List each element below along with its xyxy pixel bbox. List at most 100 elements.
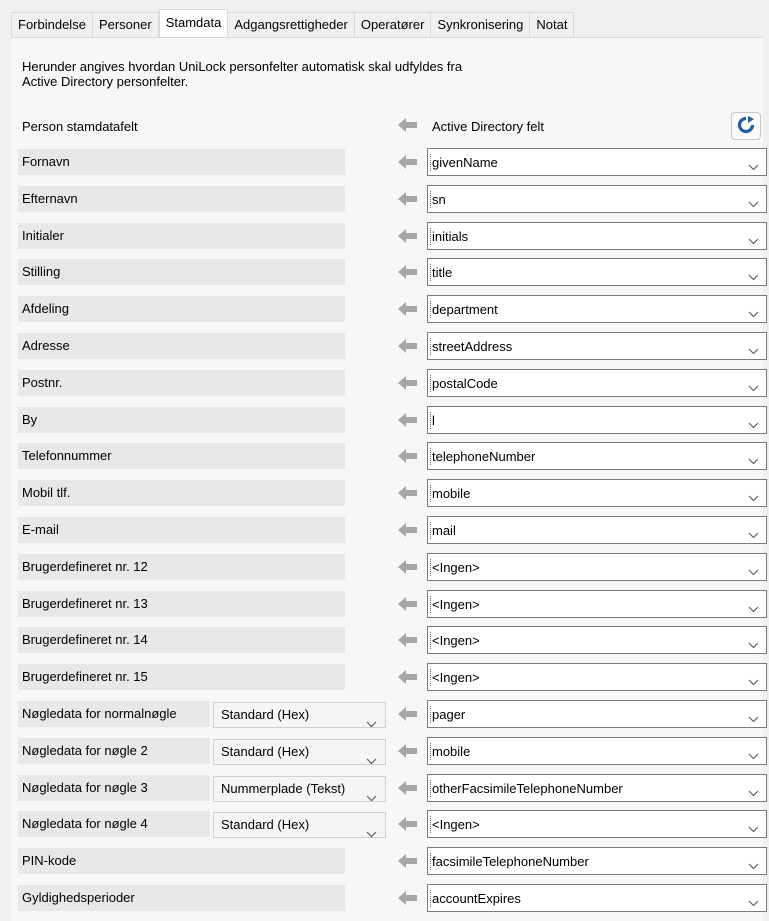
ad-field-value: otherFacsimileTelephoneNumber (430, 779, 623, 797)
person-field-label: Telefonnummer (18, 443, 345, 470)
person-field-label: Stilling (18, 259, 345, 286)
tab-stamdata[interactable]: Stamdata (158, 9, 229, 37)
arrow-left-icon (397, 632, 419, 651)
mapping-row: Nøgledata for nøgle 4 Standard (Hex) <Inge… (0, 810, 769, 839)
refresh-button[interactable] (731, 112, 761, 140)
arrow-left-icon (397, 743, 419, 762)
ad-field-dropdown[interactable]: initials (427, 221, 767, 250)
ad-field-dropdown[interactable]: givenName (427, 148, 767, 176)
chevron-down-icon (748, 858, 759, 873)
ad-field-value: department (430, 301, 498, 319)
ad-field-dropdown[interactable]: department (427, 295, 767, 324)
ad-field-dropdown[interactable]: telephoneNumber (427, 442, 767, 471)
mapping-row: Nøgledata for normalnøgle Standard (Hex) p… (0, 700, 769, 728)
key-format-dropdown[interactable]: Standard (Hex) (213, 738, 386, 765)
tab-personer[interactable]: Personer (92, 12, 159, 37)
chevron-down-icon (748, 674, 759, 689)
tab-operatorer[interactable]: Operatører (354, 12, 432, 37)
column-header-ad-field: Active Directory felt (432, 119, 544, 134)
key-format-dropdown[interactable]: Standard (Hex) (213, 702, 386, 728)
arrow-left-icon (397, 301, 419, 320)
ad-field-value: <Ingen> (430, 816, 480, 834)
ad-field-dropdown[interactable]: pager (427, 700, 767, 728)
mapping-row: Fornavn givenName (0, 148, 769, 176)
person-field-label: Postnr. (18, 369, 345, 396)
ad-field-dropdown[interactable]: <Ingen> (427, 552, 767, 581)
tab-adgangsrettigheder[interactable]: Adgangsrettigheder (228, 12, 355, 37)
arrow-left-icon (397, 338, 419, 357)
person-field-label: E-mail (18, 517, 345, 543)
person-field-label: Fornavn (18, 149, 345, 175)
tab-synkronisering[interactable]: Synkronisering (431, 12, 531, 37)
arrow-left-icon (397, 816, 419, 835)
key-format-dropdown[interactable]: Nummerplade (Tekst) (213, 775, 386, 802)
mapping-row: Brugerdefineret nr. 12 <Ingen> (0, 552, 769, 581)
ad-field-dropdown[interactable]: mobile (427, 479, 767, 508)
chevron-down-icon (366, 822, 377, 846)
ad-field-dropdown[interactable]: sn (427, 184, 767, 213)
person-field-label: Nøgledata for nøgle 3 (18, 774, 210, 801)
person-field-label: By (18, 406, 345, 433)
ad-field-dropdown[interactable]: <Ingen> (427, 663, 767, 692)
tab-notat[interactable]: Notat (530, 12, 575, 37)
arrow-left-icon (397, 890, 419, 909)
chevron-down-icon (748, 159, 759, 174)
chevron-down-icon (748, 895, 759, 910)
ad-field-dropdown[interactable]: postalCode (427, 368, 767, 397)
ad-field-dropdown[interactable]: title (427, 258, 767, 287)
arrow-left-icon (397, 596, 419, 615)
ad-field-dropdown[interactable]: mail (427, 516, 767, 544)
ad-field-value: <Ingen> (430, 595, 480, 613)
mapping-row: Afdeling department (0, 295, 769, 324)
key-format-value: Standard (Hex) (221, 743, 310, 759)
ad-field-dropdown[interactable]: l (427, 405, 767, 434)
mapping-row: Telefonnummer telephoneNumber (0, 442, 769, 471)
ad-field-dropdown[interactable]: accountExpires (427, 884, 767, 912)
chevron-down-icon (748, 711, 759, 726)
arrow-left-icon (397, 375, 419, 394)
mapping-row: Initialer initials (0, 221, 769, 250)
ad-field-value: accountExpires (430, 890, 521, 907)
chevron-down-icon (748, 601, 759, 616)
mapping-row: Postnr. postalCode (0, 368, 769, 397)
chevron-down-icon (748, 490, 759, 505)
mapping-row: Brugerdefineret nr. 13 <Ingen> (0, 589, 769, 618)
person-field-label: Nøgledata for nøgle 4 (18, 811, 210, 838)
person-field-label: Initialer (18, 222, 345, 249)
chevron-down-icon (748, 306, 759, 321)
key-format-dropdown[interactable]: Standard (Hex) (213, 812, 386, 839)
ad-field-dropdown[interactable]: <Ingen> (427, 810, 767, 839)
ad-field-dropdown[interactable]: otherFacsimileTelephoneNumber (427, 773, 767, 802)
person-field-label: Mobil tlf. (18, 480, 345, 507)
arrow-left-icon (397, 117, 419, 136)
ad-field-dropdown[interactable]: <Ingen> (427, 626, 767, 655)
key-format-value: Nummerplade (Tekst) (221, 780, 346, 796)
ad-field-value: streetAddress (429, 338, 513, 355)
ad-field-dropdown[interactable]: streetAddress (427, 332, 767, 360)
tab-strip: Forbindelse Personer Stamdata Adgangsret… (11, 9, 575, 37)
intro-text: Herunder angives hvordan UniLock personf… (22, 59, 542, 89)
intro-line-1: Herunder angives hvordan UniLock personf… (22, 59, 463, 74)
mapping-row: Adresse streetAddress (0, 332, 769, 360)
chevron-down-icon (748, 453, 759, 468)
ad-field-dropdown[interactable]: mobile (427, 736, 767, 765)
chevron-down-icon (748, 196, 759, 211)
person-field-label: Brugerdefineret nr. 12 (18, 553, 345, 580)
tab-forbindelse[interactable]: Forbindelse (11, 12, 93, 37)
mapping-row: By l (0, 405, 769, 434)
ad-field-dropdown[interactable]: <Ingen> (427, 589, 767, 618)
person-field-label: PIN-kode (18, 848, 345, 875)
arrow-left-icon (397, 485, 419, 504)
person-field-label: Gyldighedsperioder (18, 885, 345, 911)
ad-field-dropdown[interactable]: facsimileTelephoneNumber (427, 847, 767, 876)
chevron-down-icon (748, 637, 759, 652)
mapping-row: Mobil tlf. mobile (0, 479, 769, 508)
person-field-label: Nøgledata for normalnøgle (18, 701, 210, 727)
mapping-row: Stilling title (0, 258, 769, 287)
chevron-down-icon (748, 527, 759, 542)
column-header-person-field: Person stamdatafelt (22, 119, 138, 134)
person-field-label: Brugerdefineret nr. 14 (18, 627, 345, 654)
arrow-left-icon (397, 191, 419, 210)
ad-field-value: mobile (429, 485, 471, 503)
chevron-down-icon (748, 269, 759, 284)
